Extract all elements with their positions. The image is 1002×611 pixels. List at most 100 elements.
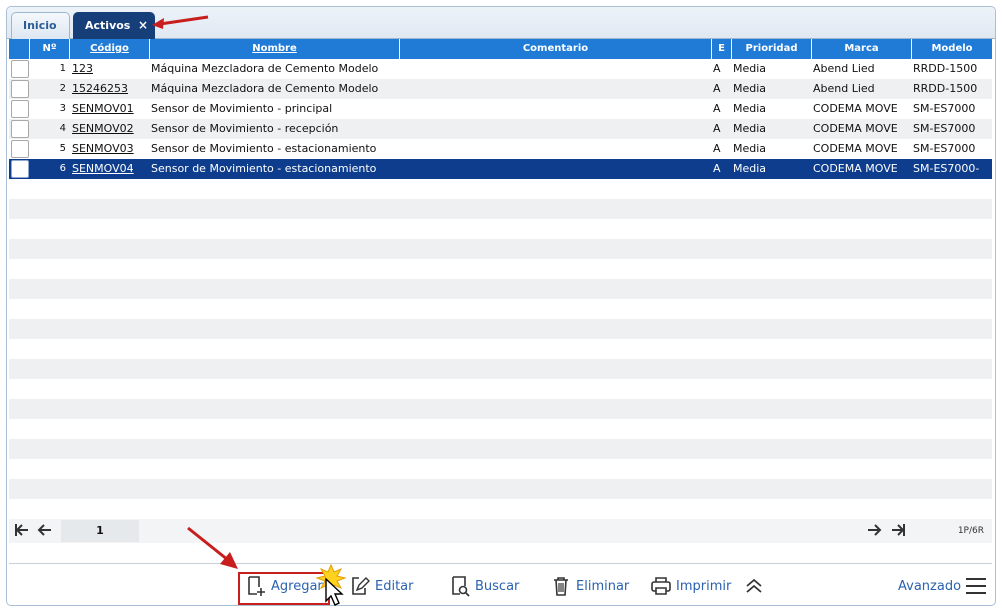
chevrons-up-icon[interactable] — [744, 574, 764, 598]
tab-inicio[interactable]: Inicio — [11, 12, 70, 39]
cell-codigo[interactable]: SENMOV03 — [72, 139, 150, 159]
cell-e: A — [713, 102, 721, 115]
empty-row — [9, 279, 992, 299]
cell-codigo[interactable]: SENMOV01 — [72, 99, 150, 119]
empty-row — [9, 239, 992, 259]
row-checkbox[interactable] — [11, 100, 29, 118]
editar-button[interactable]: Editar — [349, 574, 414, 598]
cell-num: 2 — [59, 83, 66, 94]
cell-modelo: RRDD-1500 — [913, 82, 978, 95]
row-checkbox[interactable] — [11, 120, 29, 138]
table-row[interactable]: 1 123 Máquina Mezcladora de Cemento Modelo… — [9, 59, 992, 79]
empty-row — [9, 259, 992, 279]
cell-codigo[interactable]: 15246253 — [72, 79, 150, 99]
col-num[interactable]: Nº — [30, 39, 70, 59]
eliminar-label: Eliminar — [576, 578, 630, 594]
table-row[interactable]: 3 SENMOV01 Sensor de Movimiento - principa… — [9, 99, 992, 119]
cell-nombre: Sensor de Movimiento - principal — [151, 102, 333, 115]
printer-icon — [651, 577, 671, 595]
hamburger-menu-icon[interactable] — [965, 574, 987, 598]
mouse-cursor-icon — [315, 563, 347, 606]
cell-num: 4 — [59, 123, 66, 134]
cell-comentario — [401, 139, 711, 159]
row-checkbox[interactable] — [11, 160, 29, 178]
empty-row — [9, 219, 992, 239]
row-checkbox[interactable] — [11, 60, 29, 78]
col-comentario[interactable]: Comentario — [400, 39, 712, 59]
last-page-icon[interactable] — [888, 521, 908, 541]
cell-e: A — [713, 142, 721, 155]
cell-modelo: SM-ES7000 — [913, 122, 976, 135]
tab-annotation-arrow — [152, 15, 209, 29]
cell-prioridad: Media — [733, 142, 767, 155]
cell-num: 3 — [59, 103, 66, 114]
cell-marca: CODEMA MOVE — [813, 102, 898, 115]
row-checkbox[interactable] — [11, 80, 29, 98]
close-tab-icon[interactable]: × — [138, 13, 148, 38]
imprimir-button[interactable]: Imprimir — [650, 574, 731, 598]
imprimir-label: Imprimir — [676, 578, 732, 594]
avanzado-label: Avanzado — [898, 578, 962, 594]
trash-icon — [554, 577, 568, 596]
col-modelo[interactable]: Modelo — [912, 39, 992, 59]
next-page-icon[interactable] — [864, 521, 884, 541]
tab-activos[interactable]: Activos × — [73, 12, 155, 39]
cell-codigo[interactable]: 123 — [72, 59, 150, 79]
empty-row — [9, 299, 992, 319]
col-e[interactable]: E — [712, 39, 732, 59]
table-row[interactable]: 2 15246253 Máquina Mezcladora de Cemento M… — [9, 79, 992, 99]
search-document-icon — [452, 576, 470, 597]
cell-codigo[interactable]: SENMOV02 — [72, 119, 150, 139]
empty-row — [9, 419, 992, 439]
page-number[interactable]: 1 — [61, 520, 139, 542]
cell-e: A — [713, 62, 721, 75]
cell-num: 5 — [59, 143, 66, 154]
cell-prioridad: Media — [733, 102, 767, 115]
buscar-button[interactable]: Buscar — [449, 574, 519, 598]
col-marca[interactable]: Marca — [812, 39, 912, 59]
col-prioridad[interactable]: Prioridad — [732, 39, 812, 59]
table-row[interactable]: 6 SENMOV04 Sensor de Movimiento - estacion… — [9, 159, 992, 179]
cell-modelo: RRDD-1500 — [913, 62, 978, 75]
cell-e: A — [713, 162, 721, 175]
row-checkbox[interactable] — [11, 140, 29, 158]
cell-comentario — [401, 99, 711, 119]
prev-page-icon[interactable] — [35, 521, 55, 541]
col-codigo[interactable]: Código — [70, 39, 150, 59]
eliminar-button[interactable]: Eliminar — [550, 574, 629, 598]
cell-marca: CODEMA MOVE — [813, 162, 898, 175]
col-check — [9, 39, 30, 59]
cell-nombre: Sensor de Movimiento - estacionamiento — [151, 142, 377, 155]
pager: 1 1P/6R — [9, 519, 992, 543]
agregar-annotation-arrow — [187, 526, 238, 569]
table-row[interactable]: 4 SENMOV02 Sensor de Movimiento - recepció… — [9, 119, 992, 139]
cell-comentario — [401, 119, 711, 139]
cell-num: 1 — [59, 63, 66, 74]
cell-prioridad: Media — [733, 162, 767, 175]
empty-row — [9, 379, 992, 399]
empty-row — [9, 179, 992, 199]
cell-nombre: Máquina Mezcladora de Cemento Modelo — [151, 62, 379, 75]
empty-row — [9, 479, 992, 499]
agregar-button[interactable]: Agregar — [245, 574, 323, 598]
cell-codigo[interactable]: SENMOV04 — [72, 159, 150, 179]
empty-row — [9, 399, 992, 419]
cell-prioridad: Media — [733, 82, 767, 95]
table-row[interactable]: 5 SENMOV03 Sensor de Movimiento - estacion… — [9, 139, 992, 159]
cell-prioridad: Media — [733, 122, 767, 135]
col-nombre[interactable]: Nombre — [150, 39, 400, 59]
cell-comentario — [401, 159, 711, 179]
empty-row — [9, 339, 992, 359]
action-toolbar: Agregar Editar Buscar Eliminar Imprimir … — [9, 563, 992, 605]
tab-inicio-label: Inicio — [23, 19, 57, 32]
empty-row — [9, 499, 992, 519]
first-page-icon[interactable] — [12, 521, 32, 541]
avanzado-button[interactable]: Avanzado — [898, 574, 961, 598]
cell-e: A — [713, 82, 721, 95]
edit-document-icon — [352, 577, 370, 595]
cell-e: A — [713, 122, 721, 135]
add-document-icon — [248, 576, 265, 596]
cell-marca: Abend Lied — [813, 82, 875, 95]
cell-modelo: SM-ES7000 — [913, 102, 976, 115]
cell-marca: CODEMA MOVE — [813, 142, 898, 155]
